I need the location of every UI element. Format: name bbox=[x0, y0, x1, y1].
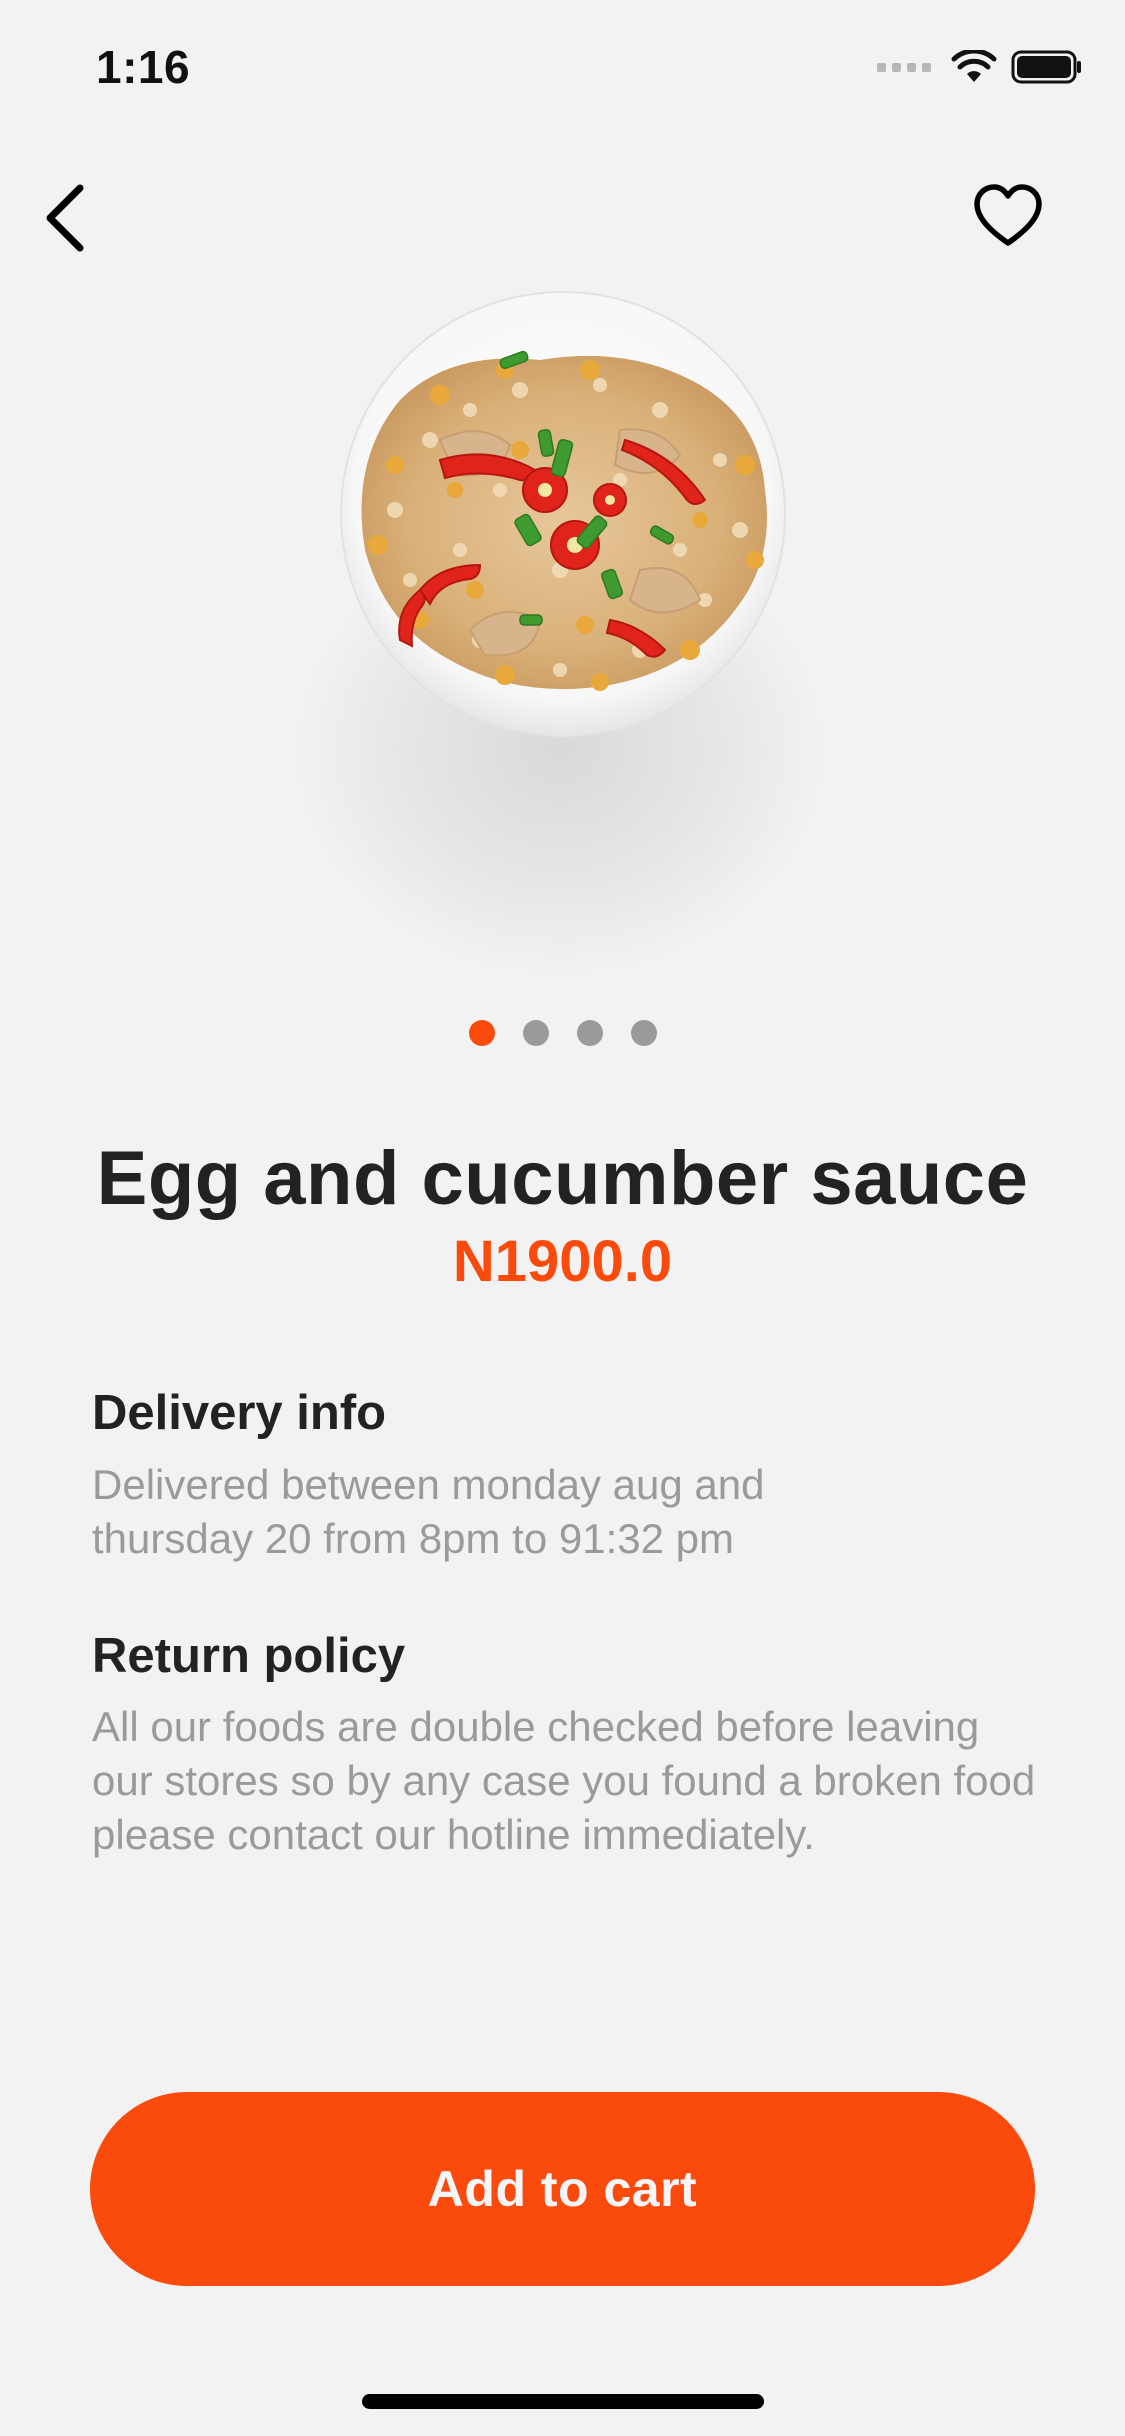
add-to-cart-label: Add to cart bbox=[427, 2161, 698, 2217]
food-plate-illustration bbox=[340, 291, 786, 737]
carousel-dot-4[interactable] bbox=[630, 1020, 657, 1046]
home-indicator[interactable] bbox=[362, 2394, 764, 2409]
product-price: N1900.0 bbox=[452, 1229, 673, 1294]
status-indicators bbox=[877, 50, 1083, 84]
favorite-button[interactable] bbox=[973, 182, 1043, 252]
carousel-dot-1[interactable] bbox=[468, 1020, 495, 1046]
chevron-left-icon bbox=[46, 184, 84, 252]
return-policy-body: All our foods are double checked before … bbox=[92, 1703, 1036, 1858]
delivery-info-title: Delivery info bbox=[92, 1386, 387, 1440]
delivery-info-body: Delivered between monday aug and thursda… bbox=[92, 1461, 765, 1562]
carousel-indicator bbox=[0, 1020, 1125, 1046]
carousel-dot-2[interactable] bbox=[522, 1020, 549, 1046]
battery-icon bbox=[1011, 50, 1081, 84]
status-time: 1:16 bbox=[96, 41, 191, 93]
carousel-dot-3[interactable] bbox=[576, 1020, 603, 1046]
wifi-icon bbox=[951, 50, 997, 82]
back-button[interactable] bbox=[36, 176, 96, 260]
return-policy-title: Return policy bbox=[92, 1629, 406, 1683]
product-name: Egg and cucumber sauce bbox=[96, 1136, 1029, 1221]
heart-outline-icon bbox=[974, 184, 1042, 246]
product-image bbox=[0, 290, 1125, 990]
add-to-cart-button[interactable]: Add to cart bbox=[90, 2092, 1035, 2286]
cellular-signal-icon bbox=[877, 62, 931, 72]
